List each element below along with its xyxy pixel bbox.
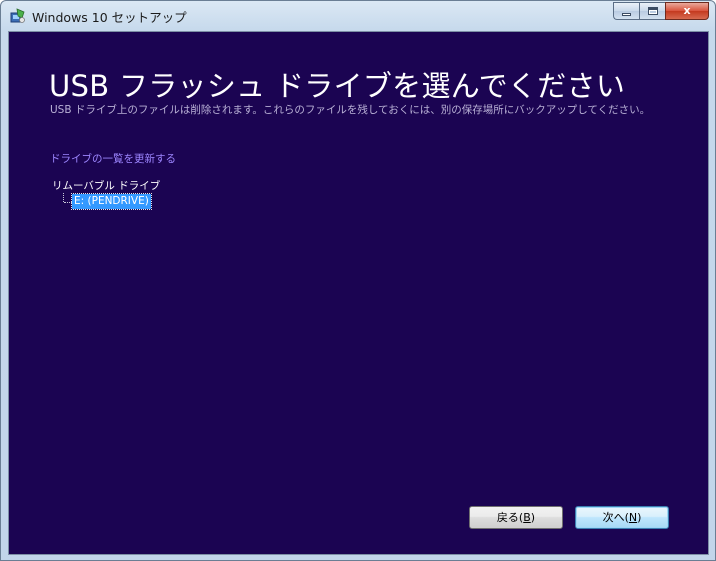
- wizard-content: USB フラッシュ ドライブを選んでください USB ドライブ上のファイルは削除…: [8, 31, 709, 555]
- next-button[interactable]: 次へ(N): [575, 506, 669, 529]
- tree-connector-line: [63, 193, 64, 202]
- page-description: USB ドライブ上のファイルは削除されます。これらのファイルを残しておくには、別…: [50, 104, 651, 116]
- next-accelerator-key: N: [628, 511, 638, 524]
- minimize-button[interactable]: [613, 2, 639, 20]
- back-button-label: 戻る: [496, 511, 519, 524]
- close-icon: x: [683, 4, 691, 17]
- tree-root-removable-drives[interactable]: リムーバブル ドライブ: [52, 178, 160, 193]
- page-title: USB フラッシュ ドライブを選んでください: [49, 69, 626, 103]
- back-button[interactable]: 戻る(B): [469, 506, 563, 529]
- window-title: Windows 10 セットアップ: [32, 10, 187, 25]
- maximize-button[interactable]: [639, 2, 665, 20]
- caption-buttons: x: [613, 2, 709, 21]
- maximize-icon: [648, 7, 658, 15]
- next-button-label: 次へ: [602, 511, 625, 524]
- minimize-icon: [622, 13, 631, 16]
- setup-app-icon: [10, 8, 26, 24]
- close-button[interactable]: x: [665, 2, 709, 20]
- setup-window: Windows 10 セットアップ x USB フラッシュ ドライブを選んでくだ…: [0, 0, 716, 561]
- refresh-drive-list-link[interactable]: ドライブの一覧を更新する: [50, 151, 176, 166]
- tree-connector-line: [64, 202, 72, 203]
- title-bar[interactable]: Windows 10 セットアップ x: [1, 1, 715, 31]
- drive-item-e-pendrive[interactable]: E: (PENDRIVE): [71, 193, 152, 210]
- back-accelerator-key: B: [523, 511, 531, 524]
